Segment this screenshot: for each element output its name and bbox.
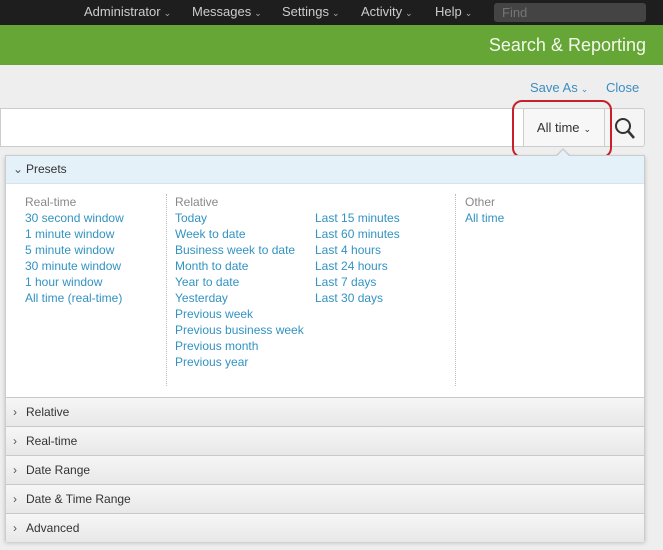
preset-link[interactable]: Previous month <box>175 338 304 354</box>
chevron-down-icon: ⌄ <box>13 162 24 176</box>
time-range-dropdown: ⌄ Presets Real-time 30 second window 1 mi… <box>5 155 645 542</box>
app-title: Search & Reporting <box>488 35 646 55</box>
chevron-down-icon: ⌄ <box>331 8 340 18</box>
preset-link[interactable]: Previous business week <box>175 322 304 338</box>
preset-link[interactable]: Last 24 hours <box>315 258 400 274</box>
section-relative[interactable]: › Relative <box>6 397 644 426</box>
chevron-down-icon: ⌄ <box>580 84 589 94</box>
preset-link[interactable]: All time <box>465 210 504 226</box>
relative-presets-last: Last 15 minutes Last 60 minutes Last 4 h… <box>315 210 400 306</box>
other-heading: Other <box>465 195 496 209</box>
relative-heading: Relative <box>175 195 219 209</box>
save-as-label: Save As <box>530 80 578 95</box>
search-input[interactable] <box>0 108 523 147</box>
chevron-down-icon: ⌄ <box>405 8 413 18</box>
menu-messages[interactable]: Messages ⌄ <box>192 4 262 19</box>
preset-link[interactable]: Last 4 hours <box>315 242 400 258</box>
column-divider <box>455 194 456 386</box>
section-label: Date Range <box>26 463 91 477</box>
preset-link[interactable]: Today <box>175 210 304 226</box>
chevron-right-icon: › <box>13 463 17 477</box>
menu-label: Settings <box>282 4 329 19</box>
section-label: Date & Time Range <box>26 492 131 506</box>
preset-link[interactable]: 30 minute window <box>25 258 124 274</box>
section-label: Advanced <box>26 521 80 535</box>
preset-link[interactable]: Last 15 minutes <box>315 210 400 226</box>
preset-link[interactable]: Yesterday <box>175 290 304 306</box>
menu-administrator[interactable]: Administrator ⌄ <box>84 4 171 19</box>
preset-link[interactable]: Previous year <box>175 354 304 370</box>
preset-link[interactable]: 1 minute window <box>25 226 124 242</box>
menu-label: Activity <box>361 4 403 19</box>
section-label: Relative <box>26 405 70 419</box>
preset-link[interactable]: Last 7 days <box>315 274 400 290</box>
chevron-down-icon: ⌄ <box>464 8 473 18</box>
preset-link[interactable]: Last 60 minutes <box>315 226 400 242</box>
presets-section-header[interactable]: ⌄ Presets <box>6 156 644 184</box>
preset-link[interactable]: Week to date <box>175 226 304 242</box>
menu-help[interactable]: Help ⌄ <box>435 4 472 19</box>
menu-activity[interactable]: Activity ⌄ <box>361 4 413 19</box>
menu-label: Help <box>435 4 462 19</box>
section-date-time-range[interactable]: › Date & Time Range <box>6 484 644 513</box>
chevron-right-icon: › <box>13 405 17 419</box>
chevron-right-icon: › <box>13 521 17 535</box>
preset-link[interactable]: 5 minute window <box>25 242 124 258</box>
section-date-range[interactable]: › Date Range <box>6 455 644 484</box>
find-input[interactable] <box>494 3 646 22</box>
realtime-heading: Real-time <box>25 195 77 209</box>
chevron-down-icon: ⌄ <box>254 8 262 18</box>
preset-link[interactable]: Last 30 days <box>315 290 400 306</box>
chevron-right-icon: › <box>13 434 17 448</box>
preset-link[interactable]: 1 hour window <box>25 274 124 290</box>
preset-link[interactable]: Business week to date <box>175 242 304 258</box>
relative-presets: Relative Today Week to date Business wee… <box>175 194 304 370</box>
dropdown-caret-inner <box>556 150 570 157</box>
section-label: Real-time <box>26 434 78 448</box>
column-divider <box>166 194 167 386</box>
menu-label: Administrator <box>84 4 161 19</box>
menu-settings[interactable]: Settings ⌄ <box>282 4 340 19</box>
section-real-time[interactable]: › Real-time <box>6 426 644 455</box>
top-nav-bar: Administrator ⌄ Messages ⌄ Settings ⌄ Activ… <box>0 0 663 25</box>
chevron-right-icon: › <box>13 492 17 506</box>
other-presets: Other All time <box>465 194 504 226</box>
preset-link[interactable]: Previous week <box>175 306 304 322</box>
preset-link[interactable]: Year to date <box>175 274 304 290</box>
app-bar: Search & Reporting <box>0 25 663 65</box>
preset-link[interactable]: 30 second window <box>25 210 124 226</box>
chevron-down-icon: ⌄ <box>163 8 172 18</box>
close-link[interactable]: Close <box>606 80 639 95</box>
save-as-button[interactable]: Save As ⌄ <box>530 80 588 95</box>
presets-label: Presets <box>26 162 67 176</box>
preset-link[interactable]: Month to date <box>175 258 304 274</box>
preset-link[interactable]: All time (real-time) <box>25 290 124 306</box>
realtime-presets: Real-time 30 second window 1 minute wind… <box>25 194 124 306</box>
section-advanced[interactable]: › Advanced <box>6 513 644 542</box>
menu-label: Messages <box>192 4 252 19</box>
